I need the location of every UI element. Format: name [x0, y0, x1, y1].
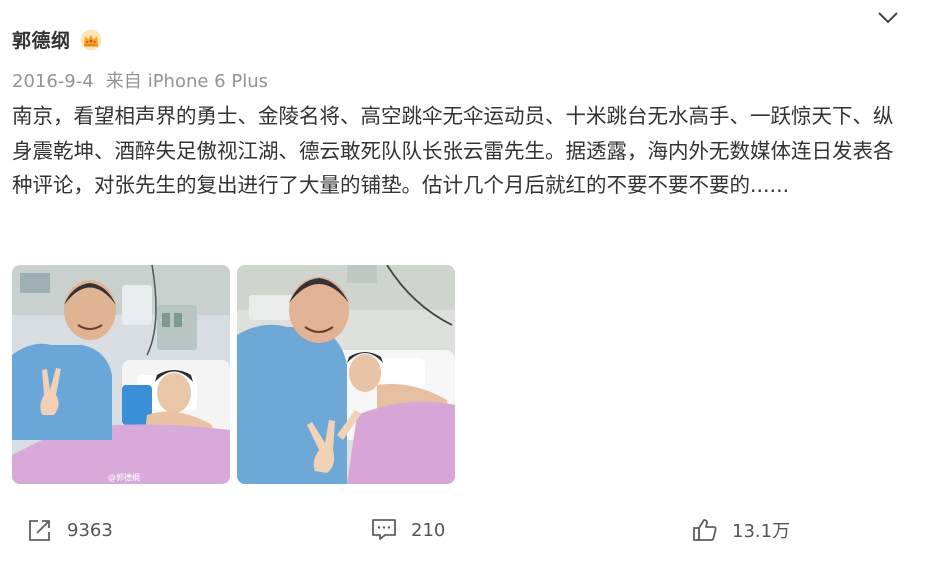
thumbs-up-icon [693, 519, 717, 541]
post-header: 郭德纲 [12, 26, 102, 53]
post-image-1[interactable]: @郭德纲 [12, 265, 230, 484]
comment-button[interactable]: 210 [371, 517, 445, 543]
device-name[interactable]: iPhone 6 Plus [148, 71, 268, 92]
share-button[interactable]: 9363 [27, 517, 113, 543]
chevron-down-icon[interactable] [876, 8, 900, 28]
comment-count: 210 [411, 519, 446, 541]
photo-hospital-1: @郭德纲 [12, 265, 230, 484]
share-count: 9363 [67, 519, 113, 541]
comment-icon [372, 519, 396, 540]
post-image-2[interactable] [237, 265, 455, 484]
share-icon [29, 520, 50, 541]
post-date[interactable]: 2016-9-4 [12, 71, 94, 92]
like-button[interactable]: 13.1万 [692, 517, 790, 543]
crown-icon [80, 29, 102, 50]
author-name[interactable]: 郭德纲 [12, 26, 71, 53]
photo-hospital-2 [237, 265, 455, 484]
source-prefix: 来自 [105, 71, 142, 92]
image-watermark: @郭德纲 [108, 472, 140, 482]
like-count: 13.1万 [732, 521, 791, 542]
post-meta: 2016-9-4 来自 iPhone 6 Plus [12, 67, 268, 93]
post-text: 南京，看望相声界的勇士、金陵名将、高空跳伞无伞运动员、十米跳台无水高手、一跃惊天… [12, 104, 894, 197]
